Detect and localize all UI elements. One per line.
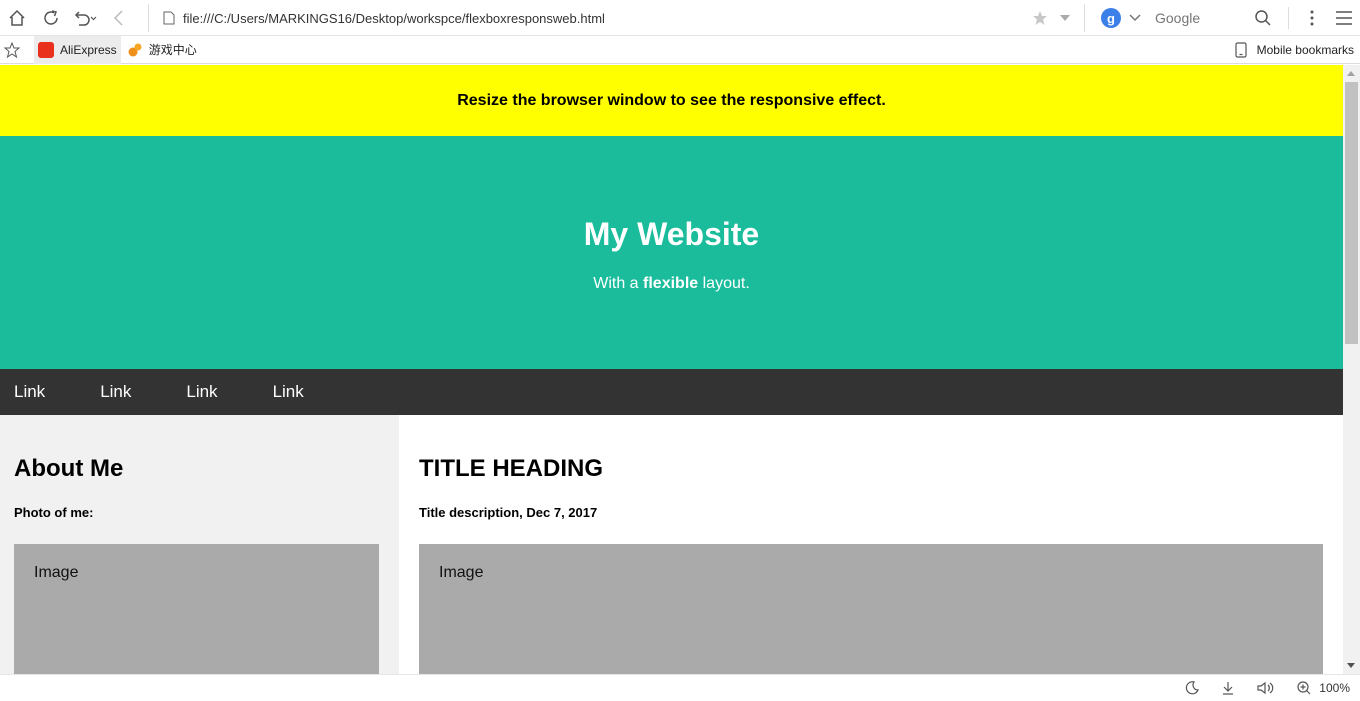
right-tools <box>1288 0 1360 36</box>
site-title: My Website <box>583 216 760 252</box>
sidebar-image-placeholder: Image <box>14 544 379 674</box>
search-input[interactable]: Google <box>1155 10 1200 26</box>
sidebar-heading: About Me <box>14 455 124 482</box>
search-icon[interactable] <box>1254 9 1272 27</box>
undo-close-button[interactable] <box>68 0 102 36</box>
banner-text: Resize the browser window to see the res… <box>457 91 886 109</box>
browser-toolbar: file:///C:/Users/MARKINGS16/Desktop/work… <box>0 0 1360 36</box>
toolbar-divider <box>1288 7 1289 29</box>
main-subheading: Title description, Dec 7, 2017 <box>419 505 598 520</box>
main-image-placeholder: Image <box>419 544 1323 674</box>
statusbar-tools: 100% <box>1163 675 1350 701</box>
subtitle-suffix: layout. <box>698 275 750 292</box>
squirrel-icon <box>128 43 142 56</box>
undo-icon <box>74 10 97 26</box>
bookmark-aliexpress[interactable]: AliExpress <box>34 35 121 64</box>
mobile-bookmarks[interactable]: Mobile bookmarks <box>1235 36 1354 64</box>
search-engine-icon[interactable]: g <box>1101 8 1121 28</box>
dropdown-icon[interactable] <box>1060 15 1070 21</box>
page-icon <box>163 11 175 25</box>
site-header: My Website With a flexible layout. <box>0 136 1343 369</box>
bookmark-label: 游戏中心 <box>148 43 197 57</box>
back-button[interactable] <box>102 0 136 36</box>
main-heading: TITLE HEADING <box>419 455 603 482</box>
address-bar[interactable]: file:///C:/Users/MARKINGS16/Desktop/work… <box>148 4 1084 32</box>
mobile-bookmarks-label: Mobile bookmarks <box>1256 43 1354 57</box>
sidebar-subheading: Photo of me: <box>14 505 94 520</box>
zoom-in-icon[interactable] <box>1297 681 1311 695</box>
nav-link-4[interactable]: Link <box>259 382 318 402</box>
aliexpress-icon <box>38 41 54 58</box>
download-icon[interactable] <box>1221 681 1235 695</box>
bookmark-game-center[interactable]: 游戏中心 <box>123 36 201 64</box>
scroll-up-arrow-icon[interactable] <box>1347 71 1355 76</box>
bookmark-star-icon[interactable] <box>1032 10 1048 26</box>
mobile-phone-icon <box>1235 42 1247 58</box>
nav-link-2[interactable]: Link <box>86 382 145 402</box>
bookmarks-bar: AliExpress 游戏中心 Mobile bookmarks <box>0 35 1360 64</box>
back-arrow-icon <box>113 9 123 26</box>
bookmarks-star-button[interactable] <box>0 41 24 58</box>
scrollbar-thumb[interactable] <box>1345 82 1358 344</box>
browser-statusbar: 100% <box>0 674 1360 700</box>
nav-link-1[interactable]: Link <box>0 382 59 402</box>
reload-button[interactable] <box>34 0 68 36</box>
home-button[interactable] <box>0 0 34 36</box>
subtitle-emphasis: flexible <box>643 275 699 292</box>
content-row: About Me Photo of me: Image TITLE HEADIN… <box>0 415 1343 674</box>
main-content: TITLE HEADING Title description, Dec 7, … <box>399 415 1343 674</box>
responsive-hint-banner: Resize the browser window to see the res… <box>0 65 1343 136</box>
more-options-button[interactable] <box>1299 0 1325 36</box>
sidebar: About Me Photo of me: Image <box>0 415 399 674</box>
subtitle-prefix: With a <box>593 275 644 292</box>
url-text[interactable]: file:///C:/Users/MARKINGS16/Desktop/work… <box>183 11 605 26</box>
search-box[interactable]: g Google <box>1084 4 1284 32</box>
menu-button[interactable] <box>1325 0 1360 36</box>
star-outline-icon <box>4 41 20 58</box>
site-subtitle: With a flexible layout. <box>0 275 1343 293</box>
more-vertical-icon <box>1310 10 1314 26</box>
hamburger-menu-icon <box>1336 11 1352 25</box>
image-label: Image <box>34 564 79 581</box>
chevron-down-icon[interactable] <box>1129 14 1141 22</box>
night-mode-icon[interactable] <box>1185 681 1200 695</box>
image-label: Image <box>439 564 484 581</box>
navbar: Link Link Link Link <box>0 369 1343 415</box>
zoom-level[interactable]: 100% <box>1319 681 1350 695</box>
bookmark-label: AliExpress <box>60 42 117 57</box>
page-viewport: Resize the browser window to see the res… <box>0 65 1343 674</box>
reload-icon <box>44 9 58 25</box>
volume-icon[interactable] <box>1257 681 1275 695</box>
nav-link-3[interactable]: Link <box>172 382 231 402</box>
scroll-down-arrow-icon[interactable] <box>1347 663 1355 668</box>
vertical-scrollbar[interactable] <box>1343 65 1360 674</box>
home-icon <box>9 9 25 26</box>
